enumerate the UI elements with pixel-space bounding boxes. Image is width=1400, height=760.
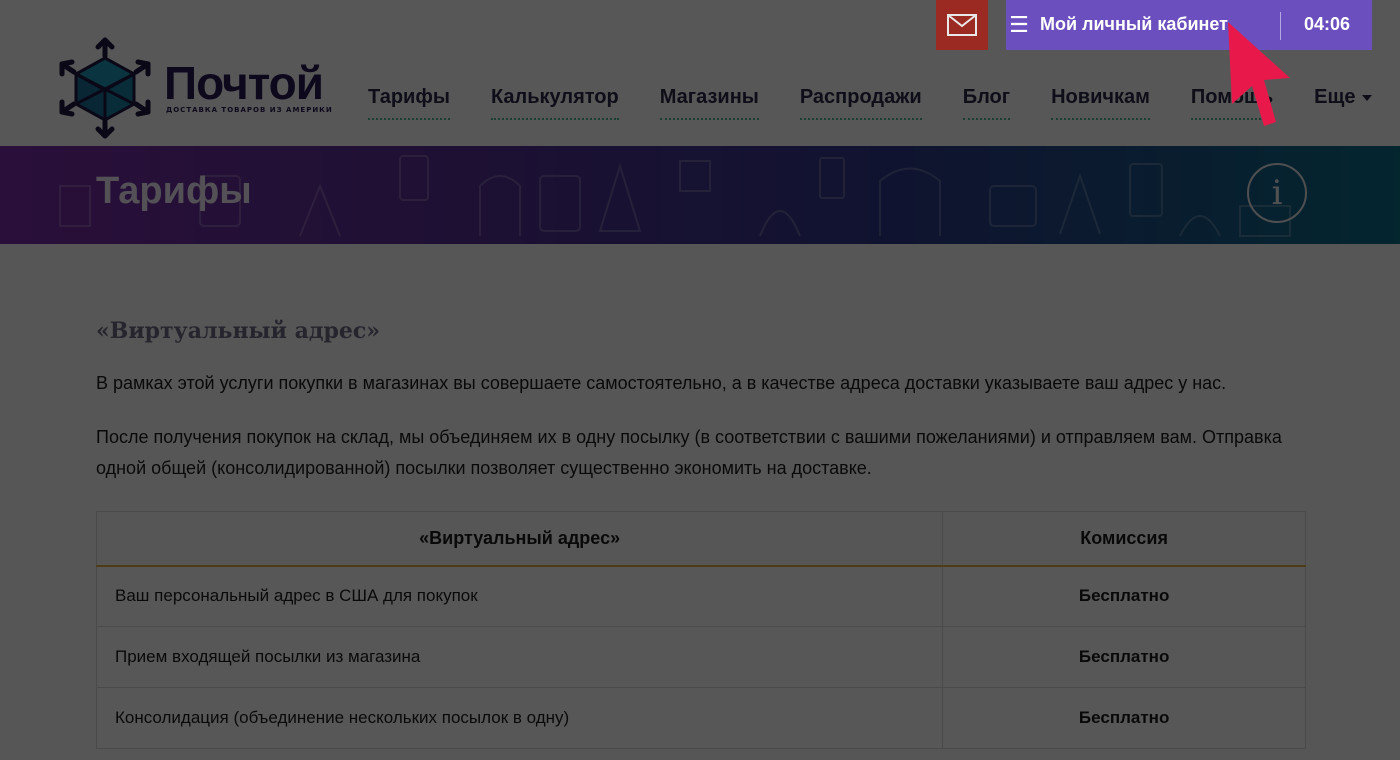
nav-item-blog[interactable]: Блог [962, 86, 1011, 120]
info-button[interactable]: i [1247, 163, 1307, 223]
intro-paragraph: В рамках этой услуги покупки в магазинах… [96, 373, 1227, 393]
nav-item-calculator[interactable]: Калькулятор [490, 86, 619, 120]
logo-tagline: ДОСТАВКА ТОВАРОВ ИЗ АМЕРИКИ [166, 106, 333, 114]
section-title: «Виртуальный адрес» [96, 318, 381, 344]
fee-cell: Бесплатно [942, 565, 1306, 627]
service-cell: Прием входящей посылки из магазина [95, 626, 944, 688]
info-icon: i [1271, 173, 1283, 213]
chevron-down-icon [1361, 94, 1372, 101]
personal-cabinet-button[interactable]: ☰ Мой личный кабинет 04:06 [1006, 0, 1372, 50]
nav-item-beginners[interactable]: Новичкам [1051, 86, 1150, 120]
consolidation-paragraph: После получения покупок на склад, мы объ… [96, 427, 1282, 478]
mail-button[interactable] [936, 0, 988, 50]
logo[interactable]: Почтой ДОСТАВКА ТОВАРОВ ИЗ АМЕРИКИ [58, 36, 332, 140]
service-cell: Ваш персональный адрес в США для покупок [95, 565, 944, 627]
fee-cell: Бесплатно [942, 687, 1306, 749]
session-timer: 04:06 [1304, 14, 1351, 34]
personal-cabinet-label: Мой личный кабинет [1040, 14, 1228, 34]
nav-item-sales[interactable]: Распродажи [799, 86, 922, 120]
logo-cube-icon [59, 37, 151, 139]
nav-item-stores[interactable]: Магазины [659, 86, 759, 120]
nav-item-more[interactable]: Еще [1314, 86, 1372, 120]
column-header-fee: Комиссия [942, 511, 1306, 567]
hamburger-icon[interactable]: ☰ [1006, 0, 1032, 50]
logo-name: Почтой [164, 57, 324, 109]
tariffs-table: «Виртуальный адрес» Комиссия Ваш персона… [95, 511, 1306, 749]
nav-item-tariffs[interactable]: Тарифы [368, 86, 450, 120]
table-row: Консолидация (объединение нескольких пос… [95, 687, 1306, 749]
column-header-service: «Виртуальный адрес» [95, 511, 944, 567]
page-banner: Тарифы i [0, 146, 1400, 244]
main-nav: Тарифы Калькулятор Магазины Распродажи Б… [368, 86, 1372, 120]
main-content: «Виртуальный адрес» В рамках этой услуги… [95, 318, 1306, 749]
table-row: Ваш персональный адрес в США для покупок… [95, 565, 1306, 627]
envelope-icon [947, 14, 977, 36]
nav-item-more-label: Еще [1314, 86, 1356, 108]
table-header-row: «Виртуальный адрес» Комиссия [95, 511, 1306, 567]
cursor-arrow-icon [1228, 22, 1290, 126]
page-title: Тарифы [96, 170, 252, 212]
fee-cell: Бесплатно [942, 626, 1306, 688]
table-row: Прием входящей посылки из магазина Беспл… [95, 626, 1306, 688]
service-cell: Консолидация (объединение нескольких пос… [95, 687, 944, 749]
